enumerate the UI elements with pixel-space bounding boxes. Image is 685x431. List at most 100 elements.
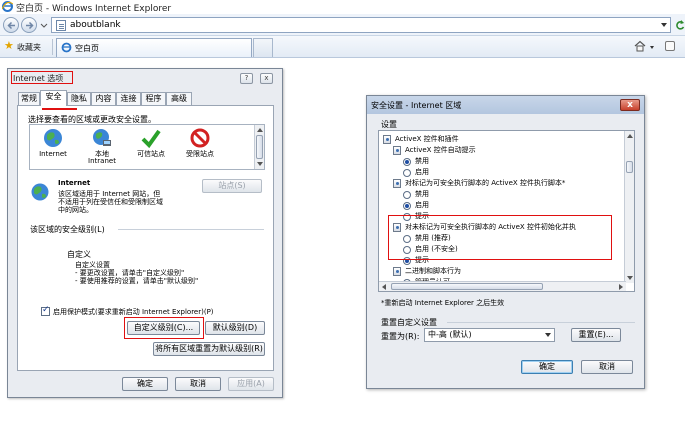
reset-to-label: 重置为(R): bbox=[381, 332, 420, 341]
selected-zone-name: Internet bbox=[58, 179, 91, 187]
home-dropdown-icon[interactable] bbox=[650, 46, 654, 49]
new-tab-button[interactable] bbox=[253, 38, 273, 57]
tab-general[interactable]: 常规 bbox=[18, 92, 40, 105]
dialog-title: 安全设置 - Internet 区域 bbox=[371, 101, 462, 110]
cancel-button[interactable]: 取消 bbox=[581, 360, 633, 374]
browser-tab-current[interactable]: 空白页 bbox=[56, 38, 252, 57]
zone-label: 可信站点 bbox=[137, 150, 165, 158]
active-tab-highlight bbox=[42, 108, 77, 110]
zone-label: 受限站点 bbox=[186, 150, 214, 158]
scroll-thumb-horizontal[interactable] bbox=[391, 283, 543, 290]
zone-trusted-sites[interactable]: 可信站点 bbox=[131, 127, 171, 167]
setting-icon bbox=[383, 135, 391, 144]
settings-scrollbar-vertical[interactable] bbox=[624, 131, 634, 283]
settings-label: 设置 bbox=[381, 120, 397, 129]
feeds-icon[interactable] bbox=[665, 41, 675, 51]
setting-icon bbox=[393, 179, 401, 188]
sites-button[interactable]: 站点(S) bbox=[202, 179, 262, 193]
address-bar[interactable]: aboutblank bbox=[51, 17, 671, 33]
ie-page-icon bbox=[61, 42, 72, 53]
setting-label: 启用 bbox=[415, 201, 429, 209]
radio-button[interactable] bbox=[403, 169, 411, 177]
arrow-left-icon bbox=[7, 21, 15, 30]
protected-mode-label: 启用保护模式(要求重新启动 Internet Explorer)(P) bbox=[53, 308, 214, 316]
favorites-divider bbox=[52, 39, 53, 55]
zone-list-scrollbar[interactable] bbox=[254, 125, 264, 169]
back-button[interactable] bbox=[3, 17, 19, 33]
tab-security[interactable]: 安全 bbox=[40, 90, 67, 106]
close-button[interactable]: x bbox=[260, 73, 273, 84]
default-level-button[interactable]: 默认级别(D) bbox=[205, 321, 265, 335]
favorites-star-icon[interactable]: ★ bbox=[4, 40, 14, 52]
zone-list: Internet 本地 Intranet 可信站点 受限站点 bbox=[29, 124, 265, 170]
zone-label: Internet bbox=[39, 150, 67, 158]
zone-label-line2: Intranet bbox=[88, 157, 116, 165]
group-divider bbox=[118, 229, 264, 230]
reset-level-select[interactable]: 中-高 (默认) bbox=[424, 328, 555, 342]
reset-button[interactable]: 重置(E)... bbox=[571, 328, 621, 342]
setting-label: 二进制和脚本行为 bbox=[405, 267, 461, 275]
scroll-left-icon[interactable] bbox=[382, 284, 386, 290]
favorites-label[interactable]: 收藏夹 bbox=[17, 42, 41, 53]
intranet-globe-icon bbox=[93, 129, 111, 146]
setting-icon bbox=[393, 267, 401, 276]
scroll-thumb[interactable] bbox=[626, 161, 633, 173]
favorites-bar: ★ 收藏夹 空白页 bbox=[0, 36, 685, 58]
security-tab-panel: 选择要查看的区域或更改安全设置。 Internet 本地 Intranet 可信… bbox=[17, 105, 274, 371]
tab-connections[interactable]: 连接 bbox=[116, 92, 141, 105]
restart-note: *重新启动 Internet Explorer 之后生效 bbox=[381, 299, 505, 307]
home-icon[interactable] bbox=[634, 40, 646, 52]
checkmark-icon bbox=[141, 129, 161, 149]
selected-zone-globe-icon bbox=[31, 183, 49, 201]
activex-setting-highlight bbox=[388, 215, 612, 260]
reset-all-zones-button[interactable]: 将所有区域重置为默认级别(R) bbox=[153, 342, 265, 356]
setting-label: 禁用 bbox=[415, 157, 429, 165]
scroll-thumb[interactable] bbox=[256, 135, 263, 159]
tab-content[interactable]: 内容 bbox=[91, 92, 116, 105]
internet-options-dialog: Internet 选项 ? x 常规 安全 隐私 内容 连接 程序 高级 选择要… bbox=[7, 68, 283, 398]
setting-label: 启用 bbox=[415, 168, 429, 176]
custom-level-title: 自定义 bbox=[67, 250, 91, 259]
history-dropdown-icon[interactable] bbox=[40, 23, 48, 29]
zone-internet[interactable]: Internet bbox=[33, 127, 73, 167]
setting-icon bbox=[393, 146, 401, 155]
ie-title-bar: 空白页 - Windows Internet Explorer bbox=[0, 0, 685, 14]
radio-button[interactable] bbox=[403, 202, 411, 210]
settings-scrollbar-horizontal[interactable] bbox=[379, 281, 626, 291]
refresh-icon[interactable] bbox=[675, 19, 685, 31]
tab-privacy[interactable]: 隐私 bbox=[67, 92, 91, 105]
protected-mode-checkbox[interactable] bbox=[41, 305, 50, 316]
tab-advanced[interactable]: 高级 bbox=[166, 92, 192, 105]
address-dropdown-icon[interactable] bbox=[661, 23, 667, 27]
scroll-up-icon[interactable] bbox=[257, 128, 263, 132]
scroll-down-icon[interactable] bbox=[627, 276, 633, 280]
scroll-up-icon[interactable] bbox=[627, 134, 633, 138]
chevron-down-icon[interactable] bbox=[545, 333, 551, 337]
custom-level-highlight bbox=[124, 317, 204, 339]
ok-button[interactable]: 确定 bbox=[521, 360, 573, 374]
navigation-bar: aboutblank bbox=[0, 14, 685, 36]
help-button[interactable]: ? bbox=[240, 73, 253, 84]
ok-button[interactable]: 确定 bbox=[122, 377, 168, 391]
browser-tab-label: 空白页 bbox=[75, 44, 99, 53]
setting-label: 对标记为可安全执行脚本的 ActiveX 控件执行脚本* bbox=[405, 179, 566, 187]
setting-label: 禁用 bbox=[415, 190, 429, 198]
zone-restricted-sites[interactable]: 受限站点 bbox=[180, 127, 220, 167]
close-button[interactable]: x bbox=[620, 99, 640, 111]
apply-button[interactable]: 应用(A) bbox=[228, 377, 274, 391]
scroll-down-icon[interactable] bbox=[257, 162, 263, 166]
zone-local-intranet[interactable]: 本地 Intranet bbox=[82, 127, 122, 167]
reset-level-value: 中-高 (默认) bbox=[428, 330, 472, 339]
zone-description-line: 中的网站。 bbox=[58, 206, 93, 214]
tab-programs[interactable]: 程序 bbox=[141, 92, 166, 105]
radio-button[interactable] bbox=[403, 158, 411, 166]
ie-logo-icon bbox=[2, 1, 13, 12]
setting-label: ActiveX 控件和插件 bbox=[395, 135, 459, 143]
address-text[interactable]: aboutblank bbox=[70, 20, 121, 30]
radio-button[interactable] bbox=[403, 191, 411, 199]
window-title: 空白页 - Windows Internet Explorer bbox=[16, 4, 172, 14]
forward-button[interactable] bbox=[21, 17, 37, 33]
globe-icon bbox=[44, 129, 62, 147]
scroll-right-icon[interactable] bbox=[619, 284, 623, 290]
cancel-button[interactable]: 取消 bbox=[175, 377, 221, 391]
